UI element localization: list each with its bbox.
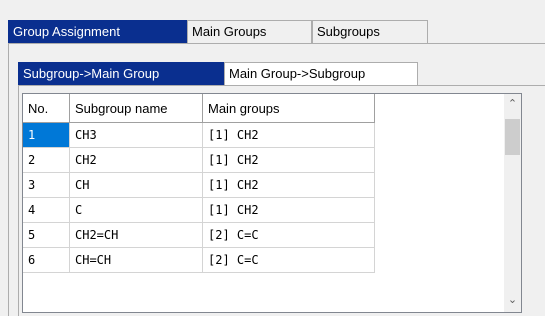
tab-group-assignment[interactable]: Group Assignment — [8, 20, 187, 44]
cell-no[interactable]: 3 — [23, 172, 70, 198]
table-row[interactable]: 1 CH3 [1] CH2 — [23, 122, 375, 148]
cell-subgroup-name[interactable]: CH=CH — [69, 247, 203, 273]
column-header-main-groups[interactable]: Main groups — [202, 94, 375, 123]
table-row[interactable]: 3 CH [1] CH2 — [23, 172, 375, 198]
cell-subgroup-name[interactable]: CH2 — [69, 147, 203, 173]
cell-main-groups[interactable]: [2] C=C — [202, 222, 375, 248]
cell-no[interactable]: 4 — [23, 197, 70, 223]
tab-main-groups[interactable]: Main Groups — [187, 20, 312, 44]
table-row[interactable]: 5 CH2=CH [2] C=C — [23, 222, 375, 248]
tab-subgroup-to-main-group[interactable]: Subgroup->Main Group — [18, 62, 224, 86]
cell-subgroup-name[interactable]: C — [69, 197, 203, 223]
cell-main-groups[interactable]: [1] CH2 — [202, 172, 375, 198]
table-row[interactable]: 2 CH2 [1] CH2 — [23, 147, 375, 173]
cell-no[interactable]: 2 — [23, 147, 70, 173]
cell-subgroup-name[interactable]: CH2=CH — [69, 222, 203, 248]
vertical-scrollbar[interactable]: ⌃ ⌄ — [504, 94, 521, 312]
cell-subgroup-name[interactable]: CH — [69, 172, 203, 198]
tab-subgroups[interactable]: Subgroups — [312, 20, 428, 44]
chevron-down-icon[interactable]: ⌄ — [504, 292, 521, 309]
table-row[interactable]: 4 C [1] CH2 — [23, 197, 375, 223]
assignment-table: No. Subgroup name Main groups 1 CH3 [1] CH… — [23, 94, 375, 273]
cell-main-groups[interactable]: [1] CH2 — [202, 122, 375, 148]
column-header-subgroup-name[interactable]: Subgroup name — [69, 94, 203, 123]
subgroup-assignment-grid[interactable]: No. Subgroup name Main groups 1 CH3 [1] CH… — [22, 93, 522, 313]
cell-main-groups[interactable]: [1] CH2 — [202, 147, 375, 173]
cell-no[interactable]: 1 — [23, 122, 70, 148]
chevron-up-icon[interactable]: ⌃ — [504, 96, 521, 113]
cell-no[interactable]: 6 — [23, 247, 70, 273]
column-header-no[interactable]: No. — [23, 94, 70, 123]
table-header-row: No. Subgroup name Main groups — [23, 94, 375, 123]
cell-main-groups[interactable]: [2] C=C — [202, 247, 375, 273]
tab-main-group-to-subgroup[interactable]: Main Group->Subgroup — [224, 62, 418, 86]
cell-main-groups[interactable]: [1] CH2 — [202, 197, 375, 223]
table-row[interactable]: 6 CH=CH [2] C=C — [23, 247, 375, 273]
cell-no[interactable]: 5 — [23, 222, 70, 248]
scrollbar-thumb[interactable] — [505, 119, 520, 155]
cell-subgroup-name[interactable]: CH3 — [69, 122, 203, 148]
